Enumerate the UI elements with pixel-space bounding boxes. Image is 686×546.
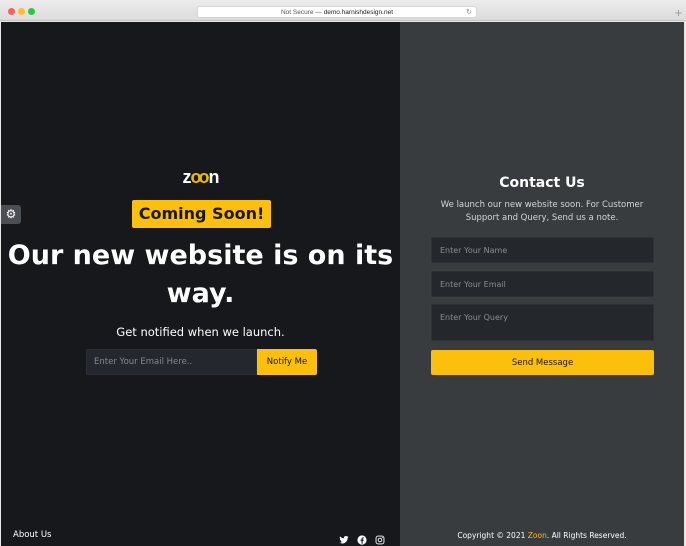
logo-oo: oo	[190, 167, 210, 187]
about-us-link[interactable]: About Us	[13, 530, 51, 540]
contact-email-field[interactable]	[431, 271, 654, 297]
url-host: demo.harnishdesign.net	[323, 9, 394, 16]
logo-letter: n	[208, 167, 220, 187]
logo-letter: z	[182, 167, 192, 187]
notify-me-button[interactable]: Notify Me	[257, 349, 317, 375]
twitter-icon[interactable]	[339, 530, 349, 544]
new-tab-button[interactable]: +	[673, 8, 684, 20]
instagram-icon[interactable]	[375, 530, 385, 545]
send-message-button[interactable]: Send Message	[431, 350, 654, 375]
copyright-text: Copyright © 2021 Zoon. All Rights Reserv…	[400, 531, 684, 540]
notify-subtitle: Get notified when we launch.	[116, 325, 285, 339]
coming-soon-badge: Coming Soon!	[132, 200, 271, 228]
copyright-suffix: . All Rights Reserved.	[546, 531, 627, 540]
name-field[interactable]	[431, 237, 654, 263]
coming-soon-panel: ⚙ zoo n Coming Soon! Our new website is o…	[1, 22, 400, 546]
copyright-prefix: Copyright © 2021	[457, 531, 528, 540]
query-field[interactable]	[431, 304, 654, 341]
url-prefix: Not Secure —	[280, 9, 324, 16]
minimize-window-button[interactable]	[18, 8, 25, 15]
contact-title: Contact Us	[499, 175, 585, 191]
social-links	[339, 530, 385, 545]
browser-toolbar: Not Secure — demo.harnishdesign.net ↻ +	[0, 0, 686, 21]
reload-icon[interactable]: ↻	[466, 7, 472, 18]
facebook-icon[interactable]	[357, 530, 367, 545]
copyright-brand: Zoon	[527, 531, 547, 540]
page-headline: Our new website is on its way.	[7, 240, 394, 309]
zoom-window-button[interactable]	[28, 8, 35, 15]
zoon-logo: zoo n	[1, 167, 400, 188]
address-bar[interactable]: Not Secure — demo.harnishdesign.net ↻	[197, 6, 477, 18]
close-window-button[interactable]	[8, 8, 15, 15]
contact-description: We launch our new website soon. For Cust…	[440, 200, 644, 223]
contact-panel: Contact Us We launch our new website soo…	[400, 22, 684, 546]
gear-icon[interactable]: ⚙	[1, 205, 21, 224]
email-signup-input[interactable]	[86, 349, 257, 375]
